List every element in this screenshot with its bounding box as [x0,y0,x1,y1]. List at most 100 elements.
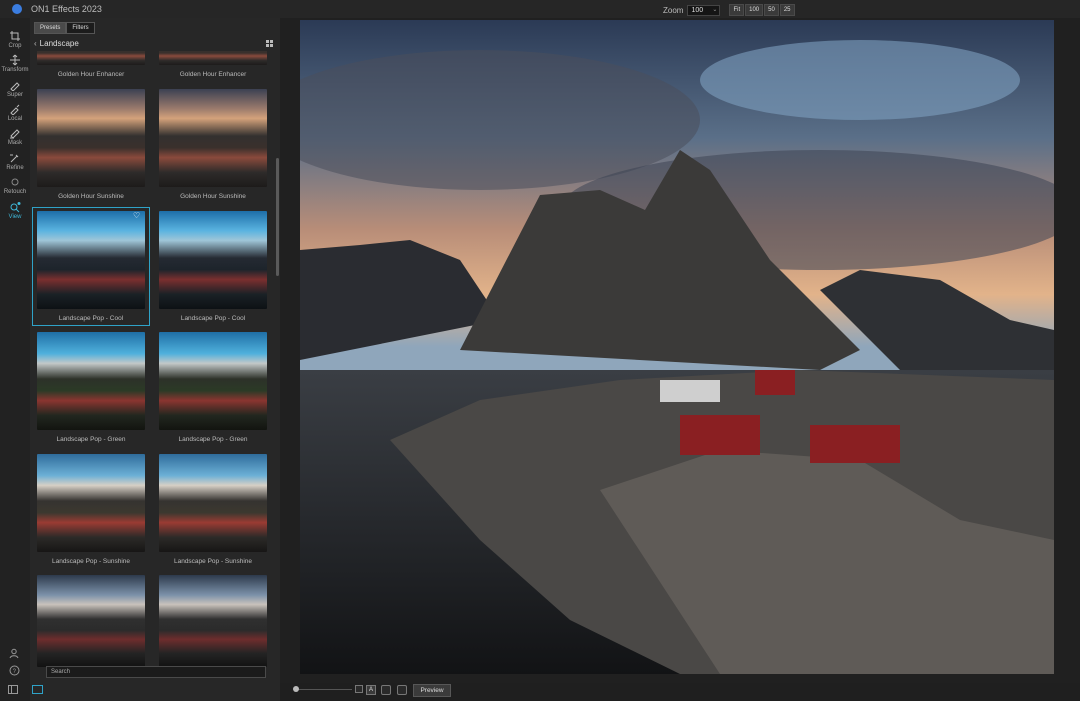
preset-thumbnail [37,89,145,187]
breadcrumb-label: Landscape [39,39,79,48]
tool-local[interactable]: Local [0,103,30,122]
compare-icon[interactable] [355,685,363,693]
zoom-value: 100 [691,6,704,14]
zoom-controls: Zoom 100 ⌄ Fit 100 50 25 [663,4,796,16]
mask-view-icon[interactable] [381,685,391,695]
tab-filters[interactable]: Filters [66,22,95,34]
tool-retouch-label: Retouch [3,189,27,195]
zoom-25-button[interactable]: 25 [779,4,795,16]
tool-view[interactable]: View [0,201,30,220]
tool-view-label: View [8,214,22,220]
slider-knob[interactable] [293,686,299,692]
app-title: ON1 Effects 2023 [31,4,102,14]
preset-thumbnail [159,575,267,667]
svg-text:?: ? [13,669,17,675]
tab-presets[interactable]: Presets [34,22,67,34]
transform-icon [10,54,20,66]
tool-refine-label: Refine [6,165,24,171]
search-placeholder: Search [51,669,71,675]
preset-tile[interactable] [36,575,146,667]
preset-tile[interactable]: Golden Hour Sunshine [36,89,146,200]
panel-mode-tabs: Presets Filters [34,22,95,34]
search-input[interactable]: Search [46,666,266,678]
zoom-preset-buttons: Fit 100 50 25 [729,4,795,16]
image-canvas[interactable] [280,18,1080,683]
local-brush-icon [10,104,20,115]
preset-caption: Landscape Pop - Green [56,436,126,443]
preset-thumbnail [159,89,267,187]
preset-tile[interactable]: Golden Hour Sunshine [158,89,268,200]
zoom-50-button[interactable]: 50 [764,4,779,16]
preset-tile[interactable] [158,575,268,667]
layout-icon[interactable] [32,685,43,694]
preset-thumbnail [37,332,145,430]
preset-tile[interactable]: Golden Hour Enhancer [36,51,146,78]
super-brush-icon [10,82,20,91]
preset-caption: Landscape Pop - Green [178,436,248,443]
preview-size-slider[interactable] [293,686,352,692]
preset-tile[interactable]: Landscape Pop - Green [158,332,268,443]
preset-tile[interactable]: Landscape Pop - Green [36,332,146,443]
preset-caption: Landscape Pop - Cool [58,315,124,322]
user-icon[interactable] [9,648,20,659]
panel-toggle-icon[interactable] [8,685,18,694]
landscape-photo [300,20,1054,674]
chevron-left-icon: ‹ [34,39,37,48]
tool-retouch[interactable]: Retouch [0,176,30,195]
tool-local-label: Local [7,116,23,122]
tool-mask-label: Mask [7,140,23,146]
tool-strip: Crop Transform Super Local Mask Refine R… [0,18,30,701]
preset-caption: Golden Hour Sunshine [180,193,246,200]
tool-super[interactable]: Super [0,79,30,98]
heart-icon[interactable]: ♡ [133,212,141,220]
tool-crop-label: Crop [8,43,22,49]
tool-mask[interactable]: Mask [0,127,30,146]
preset-caption: Golden Hour Enhancer [179,71,247,78]
panel-scrollbar[interactable] [276,158,279,276]
chevron-down-icon: ⌄ [712,6,718,13]
preset-tile[interactable]: Landscape Pop - Sunshine [158,454,268,565]
before-after-icon[interactable] [397,685,407,695]
app-logo-icon [12,4,22,14]
grid-view-icon[interactable] [266,40,273,47]
zoom-select[interactable]: 100 ⌄ [687,4,721,16]
preset-tile[interactable]: Landscape Pop - Sunshine [36,454,146,565]
breadcrumb[interactable]: ‹ Landscape [34,39,79,48]
preset-tile-selected[interactable]: ♡ Landscape Pop - Cool [32,207,150,326]
preset-caption: Golden Hour Sunshine [58,193,124,200]
channel-a-button[interactable]: A [366,685,376,695]
preset-caption: Landscape Pop - Cool [180,315,246,322]
preset-thumbnail [159,454,267,552]
preset-thumbnail [37,211,145,309]
preview-button[interactable]: Preview [413,684,451,697]
tool-super-label: Super [6,92,23,98]
preset-thumbnail [159,211,267,309]
zoom-label: Zoom [663,5,684,15]
preset-caption: Landscape Pop - Sunshine [51,558,131,565]
view-icon [10,202,21,213]
preset-thumbnail [37,575,145,667]
tool-refine[interactable]: Refine [0,152,30,171]
tool-transform-label: Transform [1,67,29,73]
preset-thumbnail [159,332,267,430]
preset-tile[interactable]: Landscape Pop - Cool [158,211,268,322]
retouch-icon [11,178,19,186]
tool-crop[interactable]: Crop [0,30,30,49]
preset-thumbnails: Golden Hour Enhancer Golden Hour Enhance… [30,51,276,681]
preset-caption: Golden Hour Enhancer [57,71,125,78]
crop-icon [10,31,20,41]
title-bar: ON1 Effects 2023 Zoom 100 ⌄ Fit 100 50 2… [0,0,1080,18]
preset-thumbnail [37,51,145,65]
zoom-fit-button[interactable]: Fit [729,4,745,16]
help-icon[interactable]: ? [9,665,20,676]
refine-icon [10,154,19,163]
tool-transform[interactable]: Transform [0,54,30,73]
preset-caption: Landscape Pop - Sunshine [173,558,253,565]
bottom-toolbar: A Preview [280,683,1080,701]
presets-panel: Presets Filters ‹ Landscape Golden Hour E… [8,18,280,701]
zoom-100-button[interactable]: 100 [745,4,764,16]
preset-thumbnail [37,454,145,552]
preset-tile[interactable]: Golden Hour Enhancer [158,51,268,78]
preset-thumbnail [159,51,267,65]
mask-icon [10,129,20,139]
